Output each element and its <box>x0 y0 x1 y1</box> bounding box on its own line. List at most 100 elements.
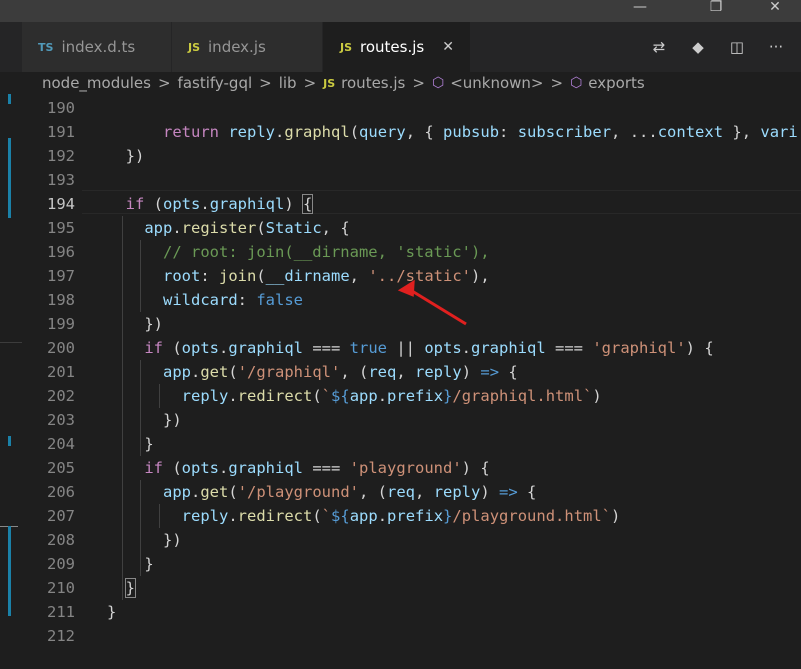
code-token: opts <box>181 459 219 477</box>
tab-index-d-ts[interactable]: TS index.d.ts <box>22 22 172 72</box>
code-text: } <box>107 576 137 600</box>
code-line[interactable]: 205 if (opts.graphiql === 'playground') … <box>22 456 801 480</box>
code-token: ( <box>349 123 360 141</box>
breadcrumb-item-node-modules[interactable]: node_modules <box>42 74 151 92</box>
code-text: if (opts.graphiql === 'playground') { <box>107 456 489 480</box>
code-editor[interactable]: 190 191 return reply.graphql(query, { pub… <box>22 94 801 669</box>
code-line[interactable]: 208 }) <box>22 528 801 552</box>
code-token: ) <box>284 195 304 213</box>
code-line[interactable]: 197 root: join(__dirname, '../static'), <box>22 264 801 288</box>
code-line[interactable]: 212 <box>22 624 801 648</box>
code-token: : <box>237 291 257 309</box>
code-line[interactable]: 191 return reply.graphql(query, { pubsub… <box>22 120 801 144</box>
line-number: 208 <box>47 531 75 549</box>
code-token: '/graphiql' <box>237 363 341 381</box>
code-token: ( <box>228 483 238 501</box>
breadcrumb-item-fastify-gql[interactable]: fastify-gql <box>178 74 253 92</box>
code-line[interactable]: 200 if (opts.graphiql === true || opts.g… <box>22 336 801 360</box>
code-token: } <box>107 603 117 621</box>
code-token: '/playground' <box>237 483 360 501</box>
code-token: '../static' <box>368 267 471 285</box>
code-token: , { <box>321 219 350 237</box>
tab-index-js[interactable]: JS index.js <box>172 22 323 72</box>
code-token: , ... <box>611 123 658 141</box>
line-number: 209 <box>47 555 75 573</box>
code-token: context <box>657 123 724 141</box>
line-number: 210 <box>47 579 75 597</box>
window-close-icon[interactable]: ✕ <box>752 0 798 22</box>
code-token: . <box>200 195 210 213</box>
code-token: query <box>359 123 406 141</box>
line-number: 193 <box>47 171 75 189</box>
breadcrumb-item-unknown[interactable]: <unknown> <box>450 74 543 92</box>
split-editor-icon[interactable]: ◫ <box>722 32 752 62</box>
minimize-icon[interactable]: — <box>617 0 663 22</box>
line-number: 207 <box>47 507 75 525</box>
code-token: : <box>200 267 219 285</box>
code-line[interactable]: 202 reply.redirect(`${app.prefix}/graphi… <box>22 384 801 408</box>
code-line[interactable]: 203 }) <box>22 408 801 432</box>
code-token: reply <box>181 387 229 405</box>
code-line[interactable]: 206 app.get('/playground', (req, reply) … <box>22 480 801 504</box>
code-text: reply.redirect(`${app.prefix}/graphiql.h… <box>107 384 602 408</box>
line-number: 198 <box>47 291 75 309</box>
more-actions-icon[interactable]: ··· <box>761 32 791 62</box>
restore-icon[interactable]: ❐ <box>693 0 739 22</box>
code-token: . <box>377 507 388 525</box>
breadcrumb-item-exports[interactable]: exports <box>588 74 644 92</box>
code-token: redirect <box>237 387 313 405</box>
code-line[interactable]: 198 wildcard: false <box>22 288 801 312</box>
code-token: subscriber <box>517 123 612 141</box>
code-token: 'playground' <box>349 459 462 477</box>
code-text: } <box>107 600 116 624</box>
code-token: opts <box>163 195 201 213</box>
code-token: ( <box>312 507 322 525</box>
code-token: if <box>144 459 163 477</box>
line-number: 199 <box>47 315 75 333</box>
matching-bracket: { <box>301 194 314 214</box>
code-token: reply <box>181 507 229 525</box>
code-text: return reply.graphql(query, { pubsub: su… <box>107 120 798 144</box>
code-line[interactable]: 192 }) <box>22 144 801 168</box>
breadcrumb-item-routes-js[interactable]: routes.js <box>341 74 405 92</box>
code-token: ( <box>312 387 322 405</box>
code-token: : <box>499 123 518 141</box>
code-token: . <box>219 459 229 477</box>
code-token: , ( <box>340 363 369 381</box>
line-number: 203 <box>47 411 75 429</box>
code-line[interactable]: 193 <box>22 168 801 192</box>
code-token: ` <box>321 387 332 405</box>
git-icon[interactable]: ◆ <box>683 32 713 62</box>
code-token: req <box>387 483 416 501</box>
code-line[interactable]: 194 if (opts.graphiql) { <box>22 192 801 216</box>
left-panel-strip <box>0 94 22 669</box>
code-token: vari <box>760 123 798 141</box>
tab-routes-js[interactable]: JS routes.js ✕ <box>323 22 471 72</box>
line-number: 196 <box>47 243 75 261</box>
indent-guide <box>122 216 123 600</box>
code-token: get <box>200 483 229 501</box>
code-line[interactable]: 210 } <box>22 576 801 600</box>
code-line[interactable]: 207 reply.redirect(`${app.prefix}/playgr… <box>22 504 801 528</box>
line-number: 212 <box>47 627 75 645</box>
code-line[interactable]: 211} <box>22 600 801 624</box>
code-token: reply <box>415 363 462 381</box>
line-number: 211 <box>47 603 75 621</box>
code-line[interactable]: 209 } <box>22 552 801 576</box>
code-line[interactable]: 199 }) <box>22 312 801 336</box>
tab-close-icon[interactable]: ✕ <box>442 39 454 55</box>
code-line[interactable]: 190 <box>22 96 801 120</box>
indent-guide <box>159 384 160 408</box>
javascript-file-icon: JS <box>340 40 353 54</box>
code-token: join <box>219 267 257 285</box>
code-line[interactable]: 195 app.register(Static, { <box>22 216 801 240</box>
code-line[interactable]: 201 app.get('/graphiql', (req, reply) =>… <box>22 360 801 384</box>
breadcrumb-item-lib[interactable]: lib <box>279 74 297 92</box>
code-token: , <box>415 483 434 501</box>
code-line[interactable]: 196 // root: join(__dirname, 'static'), <box>22 240 801 264</box>
compare-changes-icon[interactable]: ⇄ <box>644 32 674 62</box>
code-line[interactable]: 204 } <box>22 432 801 456</box>
